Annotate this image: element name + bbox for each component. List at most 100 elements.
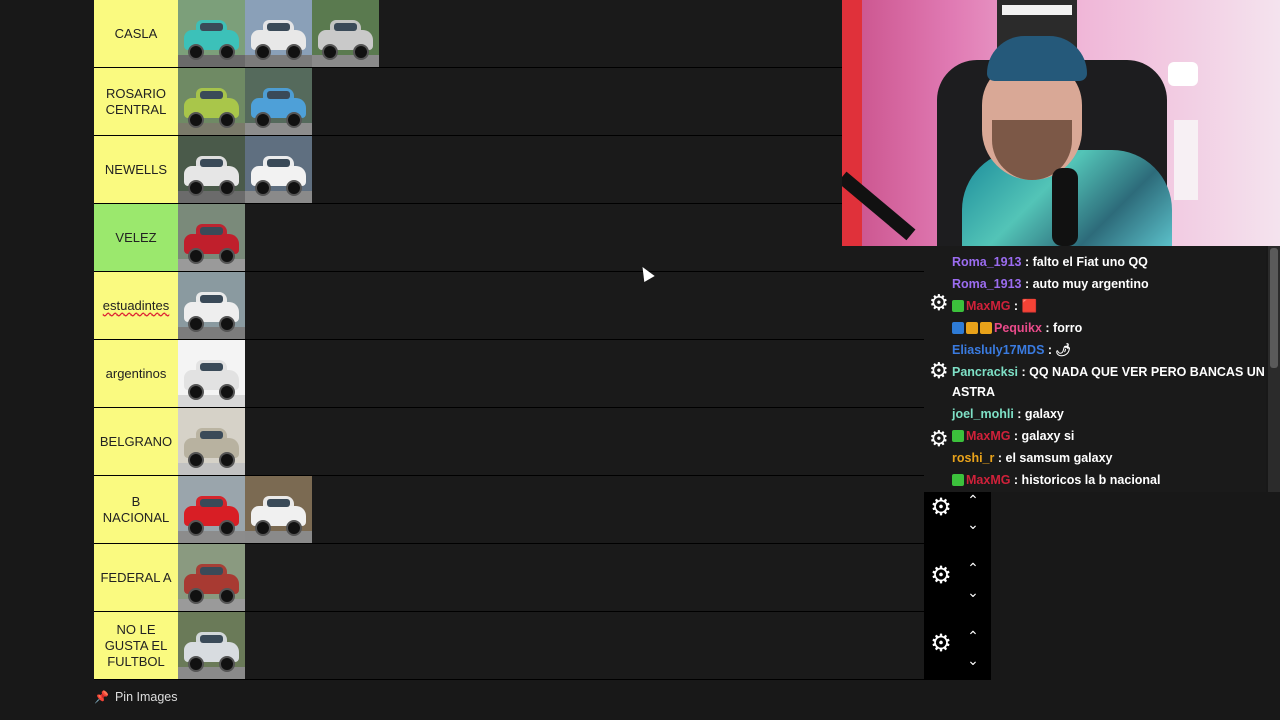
car-window bbox=[200, 23, 223, 31]
car-window bbox=[267, 23, 290, 31]
gear-icon[interactable]: ⚙ bbox=[929, 564, 953, 588]
chat-message: MaxMG : galaxy si bbox=[952, 426, 1266, 446]
chat-badge-icon bbox=[952, 474, 964, 486]
webcam-overlay bbox=[842, 0, 1280, 246]
car-image[interactable] bbox=[178, 0, 245, 67]
chat-username[interactable]: Eliasluly17MDS bbox=[952, 343, 1044, 357]
car-image-ground bbox=[178, 463, 245, 475]
chat-text: : 🟥 bbox=[1010, 299, 1038, 313]
chat-badge-icon bbox=[966, 322, 978, 334]
gear-icon[interactable]: ⚙ bbox=[929, 360, 951, 382]
car-image[interactable] bbox=[178, 612, 245, 679]
chat-scrollbar-thumb[interactable] bbox=[1270, 248, 1278, 368]
tier-label-text: VELEZ bbox=[115, 229, 157, 245]
chevron-up-icon[interactable]: ⌃ bbox=[964, 561, 982, 575]
gear-icon[interactable]: ⚙ bbox=[929, 292, 951, 314]
car-wheel bbox=[322, 44, 338, 60]
tier-controls-panel: ⚙ ⌃ ⌄ bbox=[924, 544, 991, 611]
car-image-ground bbox=[178, 259, 245, 271]
tier-content[interactable] bbox=[178, 408, 991, 475]
chevron-up-icon[interactable]: ⌃ bbox=[964, 629, 982, 643]
car-image-ground bbox=[312, 55, 379, 67]
car-image[interactable] bbox=[178, 68, 245, 135]
car-image-ground bbox=[245, 531, 312, 543]
chevron-down-icon[interactable]: ⌄ bbox=[964, 517, 982, 531]
car-image[interactable] bbox=[178, 408, 245, 475]
tier-label[interactable]: BELGRANO bbox=[94, 408, 178, 475]
tier-label-text: BELGRANO bbox=[99, 433, 173, 449]
chevron-up-icon[interactable]: ⌃ bbox=[964, 493, 982, 507]
tier-content[interactable] bbox=[178, 612, 991, 679]
chat-message: Roma_1913 : auto muy argentino bbox=[952, 274, 1266, 294]
car-wheel bbox=[286, 520, 302, 536]
car-image[interactable] bbox=[178, 476, 245, 543]
tier-label[interactable]: FEDERAL A bbox=[94, 544, 178, 611]
chat-message: Eliasluly17MDS : 🌶 bbox=[952, 340, 1266, 360]
car-window bbox=[267, 159, 290, 167]
gear-icon[interactable]: ⚙ bbox=[929, 496, 953, 520]
car-wheel bbox=[219, 248, 235, 264]
tier-content[interactable] bbox=[178, 340, 991, 407]
chat-text: : auto muy argentino bbox=[1021, 277, 1149, 291]
chat-username[interactable]: Roma_1913 bbox=[952, 277, 1022, 291]
gear-icon[interactable]: ⚙ bbox=[929, 632, 953, 656]
tier-label-text: NO LE GUSTA EL FULTBOL bbox=[104, 621, 168, 669]
chevron-down-icon[interactable]: ⌄ bbox=[964, 585, 982, 599]
car-image[interactable] bbox=[178, 136, 245, 203]
car-image[interactable] bbox=[178, 272, 245, 339]
car-image[interactable] bbox=[178, 204, 245, 271]
tier-label[interactable]: estuadintes bbox=[94, 272, 178, 339]
tier-label[interactable]: VELEZ bbox=[94, 204, 178, 271]
car-image[interactable] bbox=[312, 0, 379, 67]
chat-text: : galaxy bbox=[1013, 407, 1064, 421]
tier-content[interactable] bbox=[178, 272, 991, 339]
chat-username[interactable]: joel_mohli bbox=[952, 407, 1014, 421]
pin-images-toggle[interactable]: 📌 Pin Images bbox=[94, 690, 177, 704]
car-window bbox=[200, 295, 223, 303]
car-image[interactable] bbox=[178, 544, 245, 611]
chat-text: : historicos la b nacional bbox=[1010, 473, 1161, 487]
chat-badge-icon bbox=[952, 430, 964, 442]
chevron-down-icon[interactable]: ⌄ bbox=[964, 653, 982, 667]
tier-label[interactable]: B NACIONAL bbox=[94, 476, 178, 543]
chat-username[interactable]: MaxMG bbox=[966, 299, 1010, 313]
car-image-ground bbox=[245, 55, 312, 67]
chat-username[interactable]: Pancracksi bbox=[952, 365, 1018, 379]
webcam-lamp bbox=[1168, 62, 1198, 86]
chat-username[interactable]: roshi_r bbox=[952, 451, 994, 465]
chat-username[interactable]: Roma_1913 bbox=[952, 255, 1022, 269]
gear-icon[interactable]: ⚙ bbox=[929, 428, 951, 450]
car-image-ground bbox=[178, 191, 245, 203]
tier-label[interactable]: NO LE GUSTA EL FULTBOL bbox=[94, 612, 178, 679]
tier-label[interactable]: argentinos bbox=[94, 340, 178, 407]
chat-text: : falto el Fiat uno QQ bbox=[1021, 255, 1148, 269]
tier-row: FEDERAL A bbox=[94, 544, 991, 612]
tier-content[interactable] bbox=[178, 544, 991, 611]
car-image-ground bbox=[245, 123, 312, 135]
tier-label[interactable]: ROSARIO CENTRAL bbox=[94, 68, 178, 135]
tier-label[interactable]: NEWELLS bbox=[94, 136, 178, 203]
chat-badge-icon bbox=[952, 322, 964, 334]
chat-username[interactable]: MaxMG bbox=[966, 473, 1010, 487]
chat-badge-icon bbox=[952, 300, 964, 312]
chat-message: Pequikx : forro bbox=[952, 318, 1266, 338]
car-wheel bbox=[188, 588, 204, 604]
webcam-wall bbox=[842, 0, 862, 246]
webcam-shelf-books bbox=[1002, 5, 1072, 15]
chat-username[interactable]: MaxMG bbox=[966, 429, 1010, 443]
chat-username[interactable]: Pequikx bbox=[994, 321, 1042, 335]
tier-label-text: argentinos bbox=[105, 365, 167, 381]
tier-label[interactable]: CASLA bbox=[94, 0, 178, 67]
car-image[interactable] bbox=[178, 340, 245, 407]
car-image[interactable] bbox=[245, 136, 312, 203]
car-image[interactable] bbox=[245, 0, 312, 67]
tier-content[interactable] bbox=[178, 476, 991, 543]
chat-scrollbar[interactable] bbox=[1268, 246, 1280, 492]
car-wheel bbox=[188, 656, 204, 672]
car-window bbox=[200, 363, 223, 371]
car-window bbox=[267, 499, 290, 507]
chat-message: MaxMG : 🟥 bbox=[952, 296, 1266, 316]
car-image[interactable] bbox=[245, 476, 312, 543]
car-image[interactable] bbox=[245, 68, 312, 135]
pin-images-label: Pin Images bbox=[114, 690, 178, 704]
